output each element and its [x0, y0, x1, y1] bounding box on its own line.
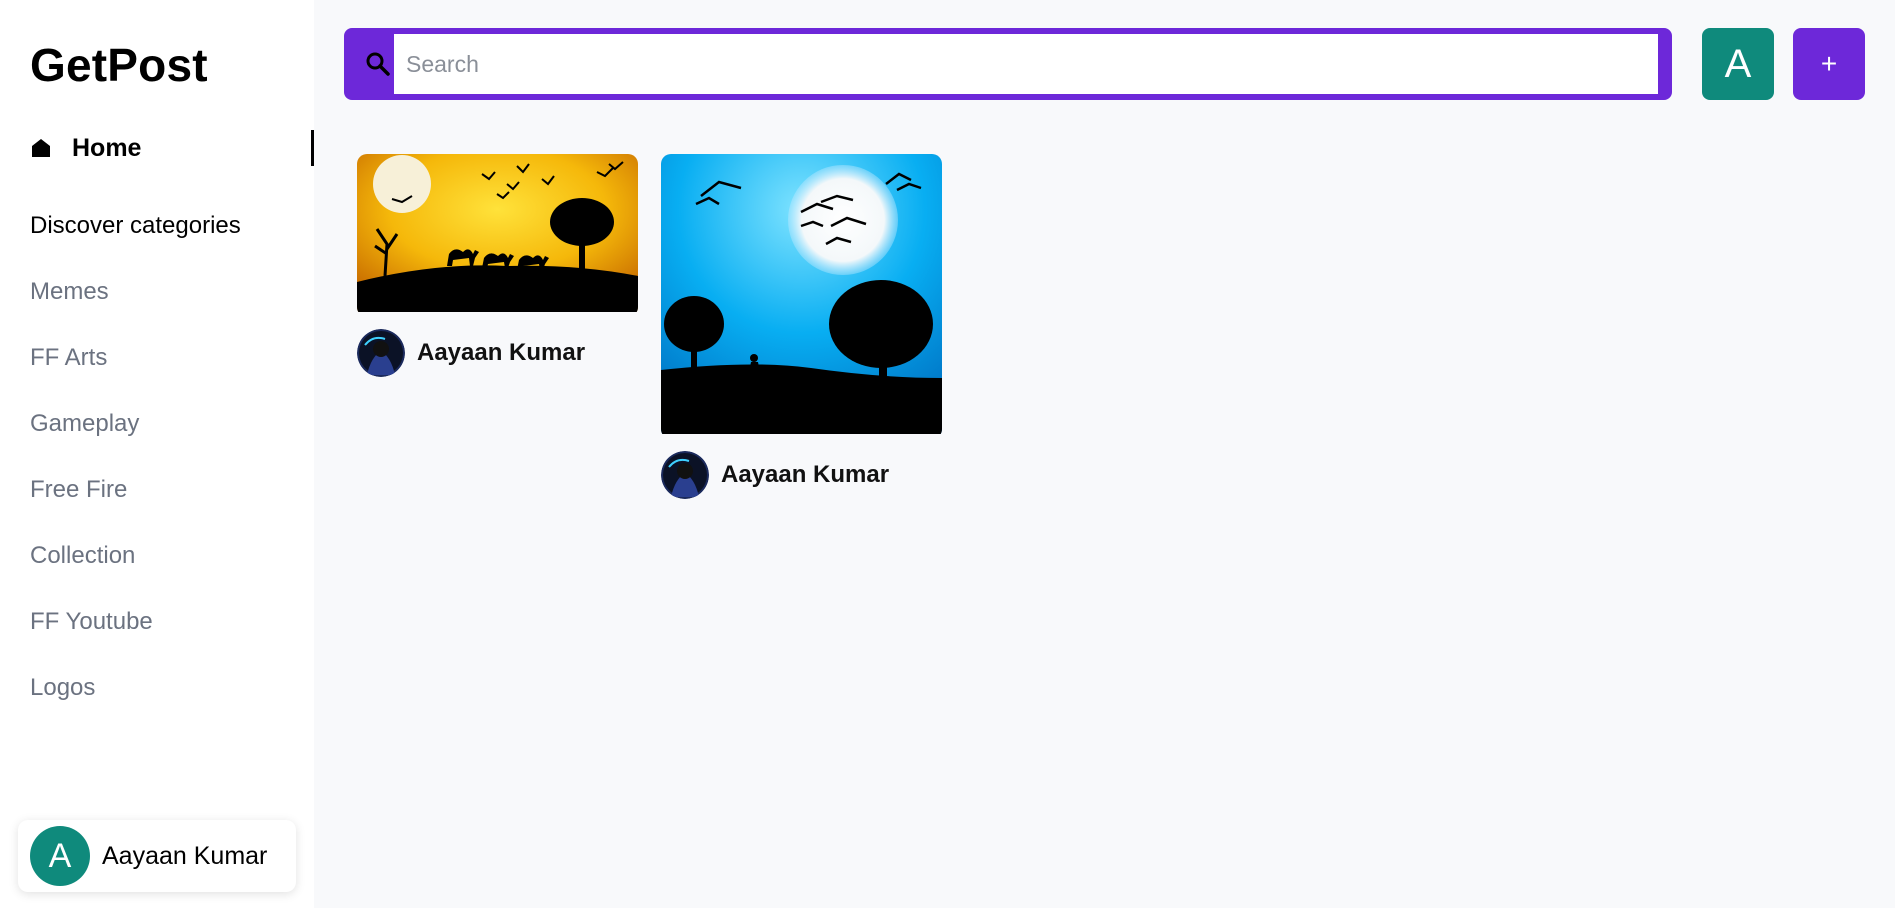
discover-categories-heading: Discover categories [30, 212, 241, 239]
search-input[interactable] [394, 34, 1658, 94]
post-author[interactable]: Aayaan Kumar [357, 329, 638, 377]
post-card: Aayaan Kumar [357, 154, 638, 377]
avatar: A [30, 826, 90, 886]
profile-button[interactable]: A [1702, 28, 1774, 100]
home-icon [30, 137, 52, 159]
author-name: Aayaan Kumar [417, 339, 586, 366]
add-post-button[interactable]: + [1793, 28, 1865, 100]
sidebar-item-free-fire[interactable]: Free Fire [30, 476, 127, 504]
search-icon [364, 50, 392, 78]
app-root: GetPost Home Discover categories Memes F… [0, 0, 1895, 908]
sidebar-item-memes[interactable]: Memes [30, 278, 109, 306]
sidebar-item-collection[interactable]: Collection [30, 542, 135, 570]
post-image[interactable] [661, 154, 942, 439]
sidebar-item-gameplay[interactable]: Gameplay [30, 410, 139, 438]
sidebar-item-home-label: Home [72, 133, 142, 162]
user-profile-card[interactable]: A Aayaan Kumar [18, 820, 296, 892]
author-name: Aayaan Kumar [721, 461, 890, 488]
post-author[interactable]: Aayaan Kumar [661, 451, 942, 499]
user-name: Aayaan Kumar [102, 841, 268, 870]
author-avatar [357, 329, 405, 377]
app-logo[interactable]: GetPost [30, 38, 208, 92]
post-image[interactable] [357, 154, 638, 317]
active-indicator [311, 130, 314, 166]
sidebar-item-ff-arts[interactable]: FF Arts [30, 344, 107, 372]
post-card: Aayaan Kumar [661, 154, 942, 499]
sidebar-item-ff-youtube[interactable]: FF Youtube [30, 608, 153, 636]
author-avatar [661, 451, 709, 499]
search-bar [344, 28, 1672, 100]
sidebar: GetPost Home Discover categories Memes F… [0, 0, 314, 908]
sidebar-item-home[interactable]: Home [30, 130, 314, 166]
sidebar-item-logos[interactable]: Logos [30, 674, 95, 702]
